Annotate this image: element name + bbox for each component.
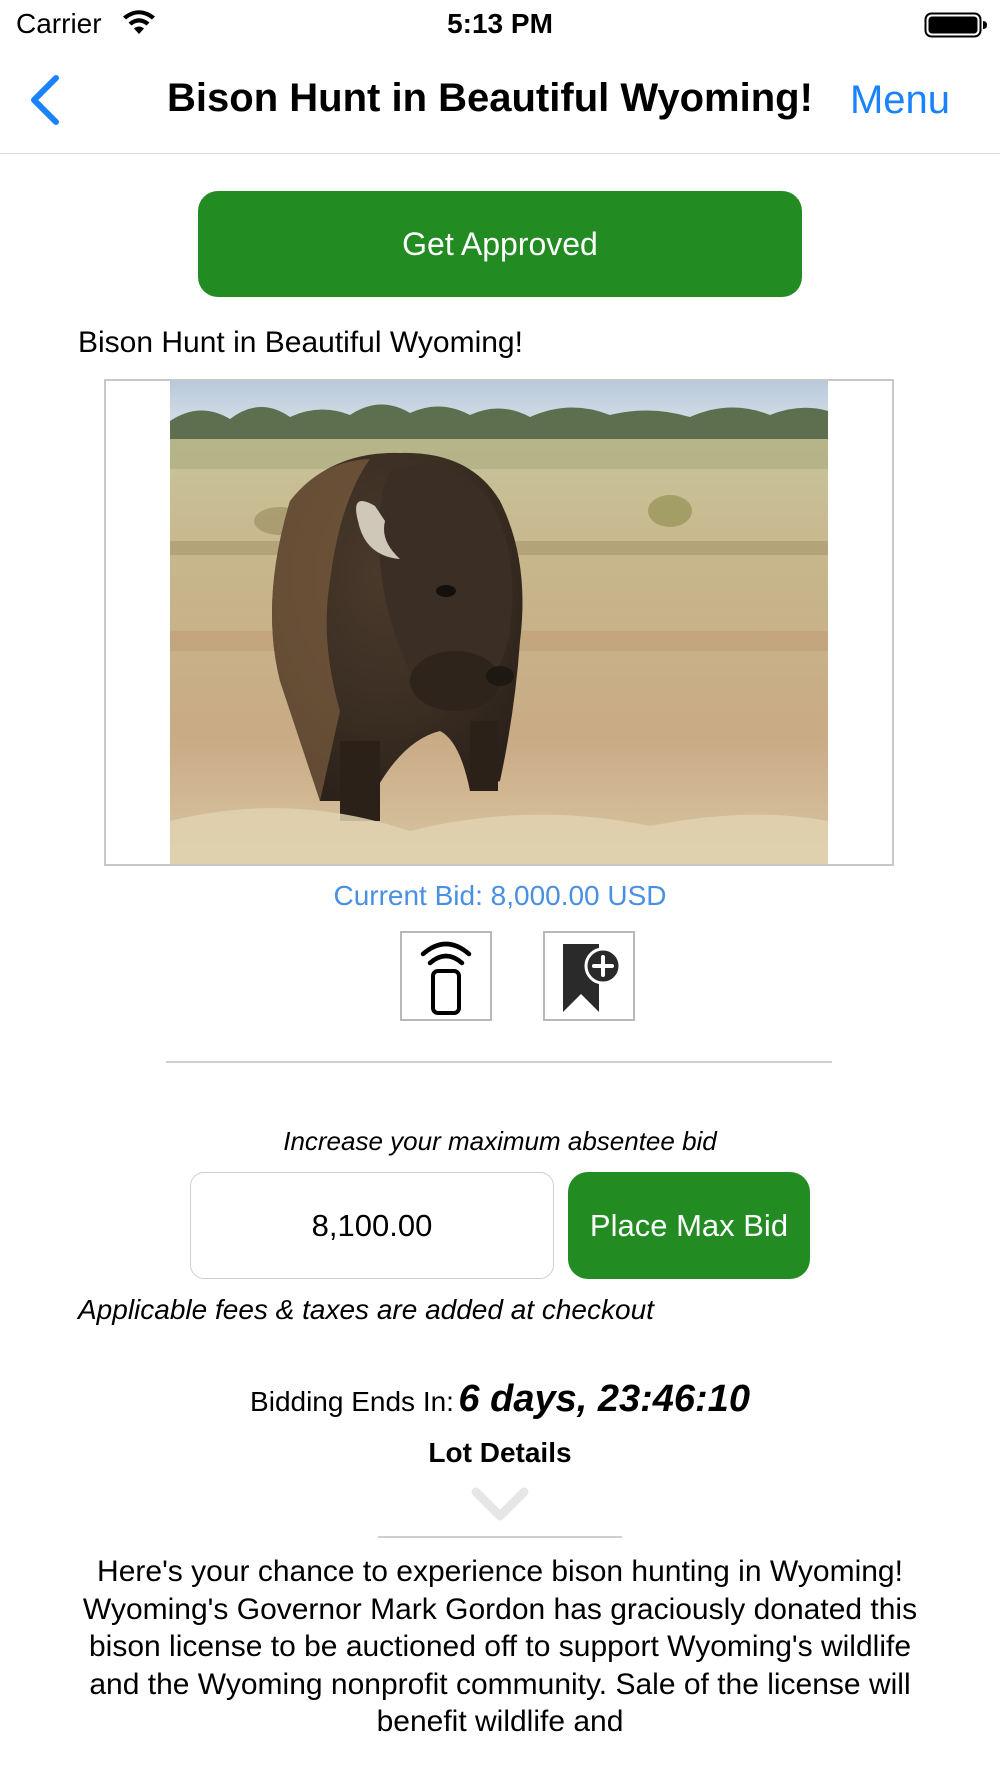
increase-bid-label: Increase your maximum absentee bid bbox=[283, 1126, 717, 1156]
bison-photo bbox=[170, 381, 828, 864]
chevron-left-icon[interactable] bbox=[26, 74, 62, 126]
get-approved-button[interactable]: Get Approved bbox=[198, 191, 802, 297]
countdown-value: 6 days, 23:46:10 bbox=[458, 1378, 750, 1420]
place-max-bid-button[interactable]: Place Max Bid bbox=[568, 1172, 810, 1279]
lot-details-heading[interactable]: Lot Details bbox=[0, 1437, 1000, 1469]
status-time: 5:13 PM bbox=[447, 8, 553, 39]
battery-icon bbox=[924, 12, 987, 38]
lot-description: Here's your chance to experience bison h… bbox=[60, 1553, 940, 1741]
current-bid: Current Bid: 8,000.00 USD bbox=[333, 880, 667, 911]
max-bid-input[interactable] bbox=[190, 1172, 554, 1279]
countdown-label: Bidding Ends In: bbox=[250, 1386, 454, 1417]
divider bbox=[378, 1536, 622, 1538]
description-paragraph: Wyoming's Governor Mark Gordon has graci… bbox=[82, 1592, 918, 1739]
status-bar: Carrier 5:13 PM bbox=[0, 0, 1000, 50]
remote-bidding-icon bbox=[420, 941, 472, 1015]
remote-bidding-button[interactable] bbox=[400, 931, 492, 1021]
watchlist-add-icon bbox=[563, 944, 621, 1012]
description-paragraph: Here's your chance to experience bison h… bbox=[97, 1555, 903, 1588]
divider bbox=[166, 1061, 832, 1063]
menu-button[interactable]: Menu bbox=[850, 78, 950, 123]
lot-title: Bison Hunt in Beautiful Wyoming! bbox=[78, 326, 523, 359]
watchlist-add-button[interactable] bbox=[543, 931, 635, 1021]
fees-note: Applicable fees & taxes are added at che… bbox=[78, 1294, 654, 1325]
lot-image-frame[interactable] bbox=[104, 379, 894, 866]
nav-title: Bison Hunt in Beautiful Wyoming! bbox=[167, 76, 813, 120]
chevron-down-icon[interactable] bbox=[470, 1486, 530, 1522]
navigation-bar: Bison Hunt in Beautiful Wyoming! Menu bbox=[0, 50, 1000, 154]
countdown: Bidding Ends In: 6 days, 23:46:10 bbox=[0, 1378, 1000, 1421]
